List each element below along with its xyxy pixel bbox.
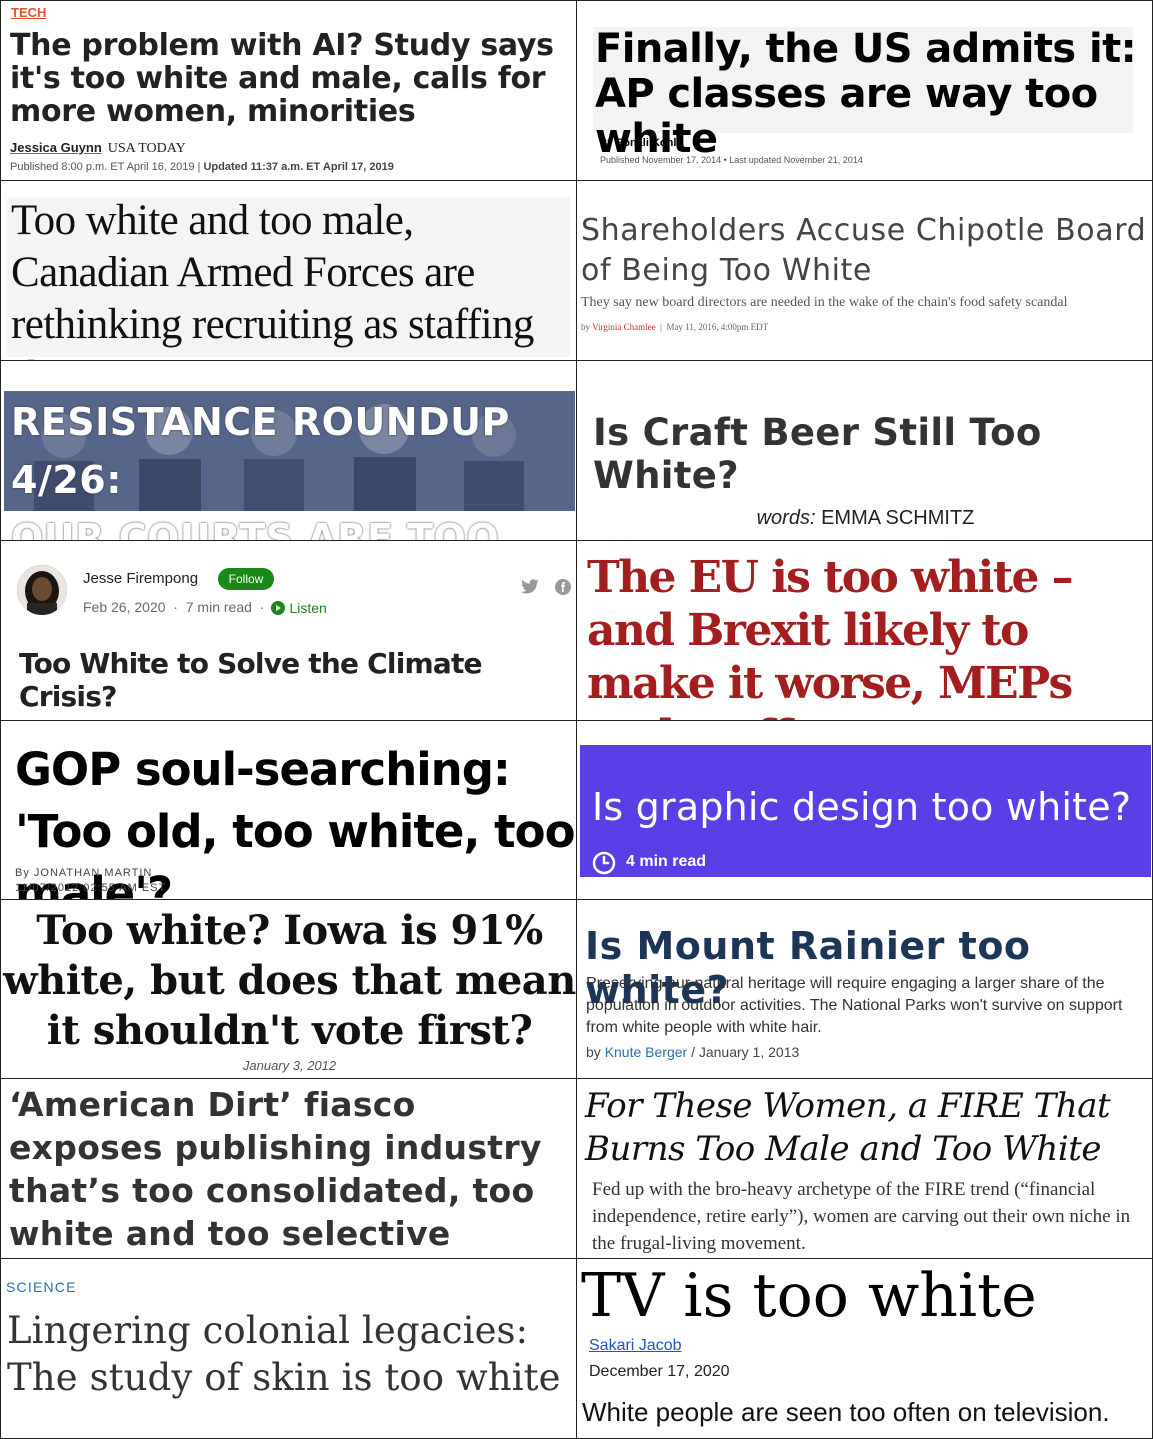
headline[interactable]: Too white? Iowa is 91% white, but does t… <box>1 906 576 1056</box>
author-link[interactable]: Virginia Chamlee <box>592 322 656 332</box>
card-eu-brexit[interactable]: The EU is too white – and Brexit likely … <box>576 540 1153 721</box>
dek: White people are seen too often on telev… <box>582 1397 1110 1427</box>
dateline: Published 8:00 p.m. ET April 16, 2019 | … <box>10 161 394 173</box>
headline[interactable]: The EU is too white – and Brexit likely … <box>587 551 1152 720</box>
dek: Preserving our natural heritage will req… <box>586 975 1123 1036</box>
by-prefix: By <box>600 137 613 149</box>
post-meta: Feb 26, 2020 · 7 min read · <box>83 599 265 615</box>
card-craft-beer[interactable]: Is Craft Beer Still Too White? words: EM… <box>576 360 1153 541</box>
section-tag[interactable]: SCIENCE <box>6 1279 77 1295</box>
card-chipotle[interactable]: Shareholders Accuse Chipotle Board of Be… <box>576 180 1153 361</box>
card-graphic-design[interactable]: Is graphic design too white? 4 min read <box>576 720 1153 901</box>
dek: Fed up with the bro-heavy archetype of t… <box>592 1179 1131 1254</box>
headline[interactable]: TV is too white <box>581 1261 1037 1331</box>
card-usa-today-ai[interactable]: TECH The problem with AI? Study says it'… <box>0 0 577 181</box>
byline: words: EMMA SCHMITZ <box>577 507 1152 530</box>
author-name[interactable]: Jesse Firempong <box>83 570 198 587</box>
byline: Jessica Guynn USA TODAY <box>10 140 186 157</box>
card-resistance-roundup[interactable]: RESISTANCE ROUNDUP 4/26: OUR COURTS ARE … <box>0 360 577 541</box>
dateline: 11/07/2012 02:55 AM EST <box>15 882 167 894</box>
headline-line-2: OUR COURTS ARE TOO WHITE <box>11 516 500 541</box>
headline[interactable]: Is graphic design too white? <box>592 785 1131 829</box>
published-date: Published 8:00 p.m. ET April 16, 2019 <box>10 161 195 173</box>
card-canadian-forces[interactable]: Too white and too male, Canadian Armed F… <box>0 180 577 361</box>
card-american-dirt[interactable]: ‘American Dirt’ fiasco exposes publishin… <box>0 1078 577 1259</box>
headline[interactable]: Is Craft Beer Still Too White? <box>593 411 1152 497</box>
headline-line-1: RESISTANCE ROUNDUP 4/26: <box>11 400 510 502</box>
byline: By Sonali Kohli <box>600 137 679 149</box>
date: / January 1, 2013 <box>691 1044 800 1060</box>
facebook-icon[interactable] <box>555 579 571 595</box>
headline-collage: TECH The problem with AI? Study says it'… <box>0 0 1153 1439</box>
headline[interactable]: The problem with AI? Study says it's too… <box>10 29 575 128</box>
date: Feb 26, 2020 <box>83 599 166 615</box>
byline: by Knute Berger / January 1, 2013 <box>586 1044 799 1060</box>
author: EMMA SCHMITZ <box>821 507 975 529</box>
twitter-icon[interactable] <box>520 579 540 595</box>
card-gop-soul-searching[interactable]: GOP soul-searching: 'Too old, too white,… <box>0 720 577 901</box>
avatar-image <box>17 565 67 615</box>
words-label: words: <box>756 507 816 529</box>
dateline: January 3, 2012 <box>242 1058 337 1073</box>
card-medium-climate[interactable]: Jesse Firempong Follow Feb 26, 2020 · 7 … <box>0 540 577 721</box>
banner: Is graphic design too white? 4 min read <box>580 745 1151 877</box>
headline[interactable]: For These Women, a FIRE That Burns Too M… <box>585 1085 1150 1171</box>
dek: They say new board directors are needed … <box>581 295 1068 310</box>
author-link[interactable]: Sakari Jacob <box>589 1337 682 1355</box>
byline: By JONATHAN MARTIN <box>15 867 153 879</box>
card-ap-classes[interactable]: Finally, the US admits it: AP classes ar… <box>576 0 1153 181</box>
section-tag[interactable]: TECH <box>11 5 46 20</box>
by-prefix: by <box>586 1044 601 1060</box>
date: May 11, 2016, 4:00pm EDT <box>666 322 769 332</box>
headline[interactable]: Too White to Solve the Climate Crisis? <box>19 647 574 713</box>
listen-label: Listen <box>289 600 327 616</box>
headline[interactable]: ‘American Dirt’ fiasco exposes publishin… <box>9 1083 574 1255</box>
dateline: Published November 17, 2014 • Last updat… <box>600 155 863 165</box>
play-icon <box>271 601 285 615</box>
dateline: December 17, 2020 <box>589 1363 730 1380</box>
byline: by Virginia Chamlee | May 11, 2016, 4:00… <box>581 322 769 332</box>
clock-icon <box>592 851 616 875</box>
outlet-name: USA TODAY <box>107 141 186 156</box>
author[interactable]: Sonali Kohli <box>616 137 680 149</box>
card-skin-science[interactable]: SCIENCE Lingering colonial legacies: The… <box>0 1258 577 1439</box>
headline[interactable]: Too white and too male, Canadian Armed F… <box>11 195 576 360</box>
read-time: 7 min read <box>185 599 252 615</box>
updated-date: Updated 11:37 a.m. ET April 17, 2019 <box>203 161 394 173</box>
author-link[interactable]: Knute Berger <box>605 1044 688 1060</box>
listen-button[interactable]: Listen <box>271 600 327 618</box>
card-iowa[interactable]: Too white? Iowa is 91% white, but does t… <box>0 899 577 1080</box>
card-tv-too-white[interactable]: TV is too white Sakari Jacob December 17… <box>576 1258 1153 1439</box>
headline[interactable]: Shareholders Accuse Chipotle Board of Be… <box>581 211 1151 291</box>
avatar[interactable] <box>17 565 67 615</box>
read-time: 4 min read <box>626 853 707 870</box>
by-prefix: by <box>581 322 590 332</box>
headline[interactable]: RESISTANCE ROUNDUP 4/26: OUR COURTS ARE … <box>11 393 576 541</box>
author-link[interactable]: Jessica Guynn <box>10 140 102 155</box>
card-mount-rainier[interactable]: Is Mount Rainier too white? Preserving o… <box>576 899 1153 1080</box>
headline[interactable]: Lingering colonial legacies: The study o… <box>7 1307 575 1401</box>
follow-button[interactable]: Follow <box>218 568 274 590</box>
card-fire-women[interactable]: For These Women, a FIRE That Burns Too M… <box>576 1078 1153 1259</box>
